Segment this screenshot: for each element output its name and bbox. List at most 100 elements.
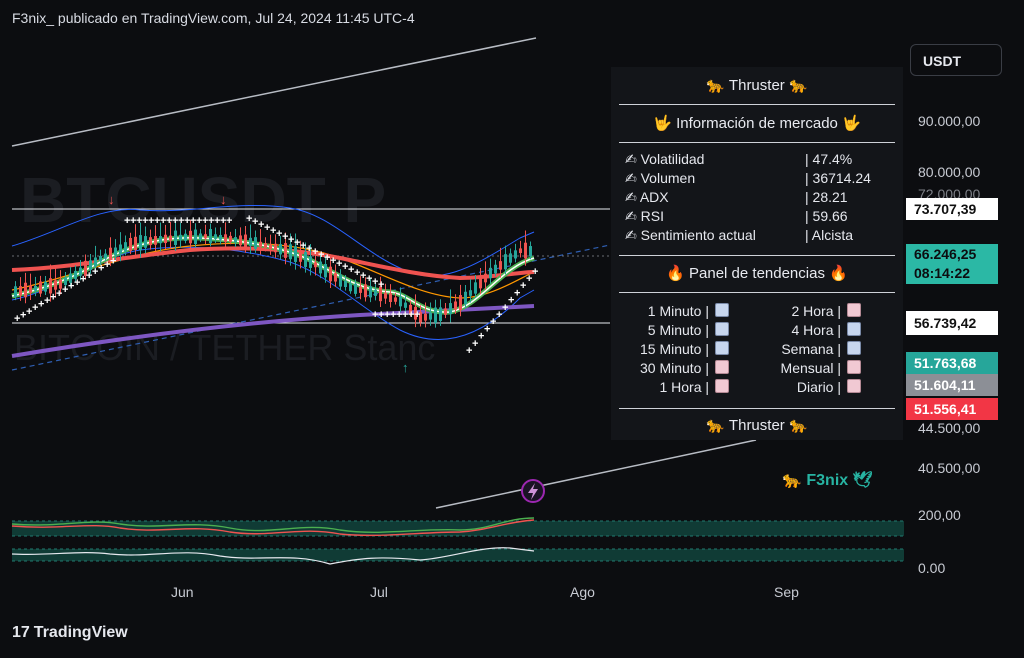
candle-body[interactable] (124, 242, 127, 252)
candle-body[interactable] (179, 234, 182, 241)
candle-body[interactable] (19, 286, 22, 296)
candle-body[interactable] (329, 266, 332, 282)
candle-body[interactable] (359, 286, 362, 293)
candle-body[interactable] (139, 235, 142, 251)
candle-body[interactable] (239, 235, 242, 246)
candle-body[interactable] (424, 313, 427, 321)
trendline-upper[interactable] (11, 37, 537, 147)
metric-row: ✍ Volatilidad | 47.4% (625, 151, 852, 168)
candle-body[interactable] (44, 281, 47, 292)
candle-body[interactable] (219, 234, 222, 240)
currency-button[interactable]: USDT (910, 44, 1002, 76)
candle-body[interactable] (224, 234, 227, 242)
x-axis-label: Jul (370, 584, 388, 600)
price-tag-current: 66.246,25 08:14:22 (906, 244, 998, 284)
candle-body[interactable] (364, 284, 367, 298)
candle-body[interactable] (449, 303, 452, 315)
candle-body[interactable] (499, 261, 502, 270)
candle-body[interactable] (384, 292, 387, 299)
candle-body[interactable] (189, 230, 192, 244)
metric-row: ✍ RSI | 59.66 (625, 208, 848, 225)
candle-body[interactable] (319, 261, 322, 274)
candle-body[interactable] (524, 242, 527, 259)
candle-body[interactable] (484, 273, 487, 283)
candle-body[interactable] (349, 283, 352, 292)
candle-body[interactable] (94, 257, 97, 267)
candle-body[interactable] (344, 280, 347, 288)
candle-body[interactable] (164, 234, 167, 244)
candle-body[interactable] (514, 250, 517, 259)
candle-body[interactable] (464, 291, 467, 305)
candle-body[interactable] (274, 243, 277, 253)
candle-body[interactable] (489, 267, 492, 279)
candle-body[interactable] (354, 283, 357, 294)
candle-body[interactable] (299, 251, 302, 262)
candle-body[interactable] (254, 237, 257, 249)
candle-body[interactable] (119, 244, 122, 254)
candle-body[interactable] (429, 312, 432, 320)
candle-body[interactable] (199, 233, 202, 240)
candle-body[interactable] (14, 286, 17, 298)
candle-body[interactable] (184, 233, 187, 241)
candle-body[interactable] (154, 236, 157, 245)
candle-body[interactable] (209, 228, 212, 244)
candle-body[interactable] (24, 282, 27, 298)
candle-body[interactable] (454, 301, 457, 310)
candle-body[interactable] (459, 295, 462, 311)
candle-body[interactable] (34, 285, 37, 291)
candle-body[interactable] (469, 290, 472, 296)
candle-body[interactable] (114, 247, 117, 256)
candle-body[interactable] (264, 243, 267, 248)
tradingview-logo[interactable]: 17 TradingView (12, 624, 128, 642)
candle-body[interactable] (309, 256, 312, 268)
trendline-lower[interactable] (435, 439, 757, 509)
candle-body[interactable] (474, 282, 477, 294)
candle-body[interactable] (269, 244, 272, 249)
candle-body[interactable] (234, 237, 237, 243)
candle-body[interactable] (504, 254, 507, 270)
candle-body[interactable] (149, 237, 152, 246)
candle-body[interactable] (249, 237, 252, 246)
candle-body[interactable] (314, 262, 317, 268)
candle-body[interactable] (444, 308, 447, 315)
candle-body[interactable] (129, 238, 132, 251)
sar-cross: + (414, 309, 420, 321)
candle-body[interactable] (324, 263, 327, 278)
candle-body[interactable] (104, 253, 107, 259)
candle-body[interactable] (159, 236, 162, 244)
candle-body[interactable] (244, 234, 247, 248)
candle-body[interactable] (394, 297, 397, 302)
candle-body[interactable] (289, 244, 292, 260)
candle-body[interactable] (389, 293, 392, 303)
candle-body[interactable] (29, 285, 32, 293)
candle-body[interactable] (39, 281, 42, 294)
trend-row: Diario | (797, 379, 861, 395)
candle-body[interactable] (229, 235, 232, 242)
candle-body[interactable] (204, 234, 207, 239)
candle-body[interactable] (284, 243, 287, 258)
candle-body[interactable] (259, 241, 262, 247)
candle-body[interactable] (279, 244, 282, 255)
candle-body[interactable] (434, 307, 437, 323)
candle-body[interactable] (404, 302, 407, 308)
candle-body[interactable] (134, 236, 137, 250)
candle-body[interactable] (99, 255, 102, 262)
candle-body[interactable] (194, 229, 197, 245)
candle-body[interactable] (144, 236, 147, 248)
candle-body[interactable] (399, 296, 402, 307)
candle-body[interactable] (529, 246, 532, 257)
candle-body[interactable] (494, 264, 497, 274)
buy-arrow-icon: ↑ (402, 360, 409, 375)
candle-body[interactable] (509, 253, 512, 263)
panel-divider (619, 255, 895, 256)
candle-body[interactable] (439, 307, 442, 322)
candle-body[interactable] (479, 277, 482, 289)
candle-body[interactable] (339, 274, 342, 287)
candle-body[interactable] (214, 234, 217, 239)
candle-body[interactable] (519, 248, 522, 254)
candle-body[interactable] (169, 235, 172, 241)
candle-body[interactable] (334, 273, 337, 282)
candle-body[interactable] (174, 230, 177, 246)
candle-body[interactable] (374, 289, 377, 296)
chart-decreasing-icon (715, 379, 729, 393)
